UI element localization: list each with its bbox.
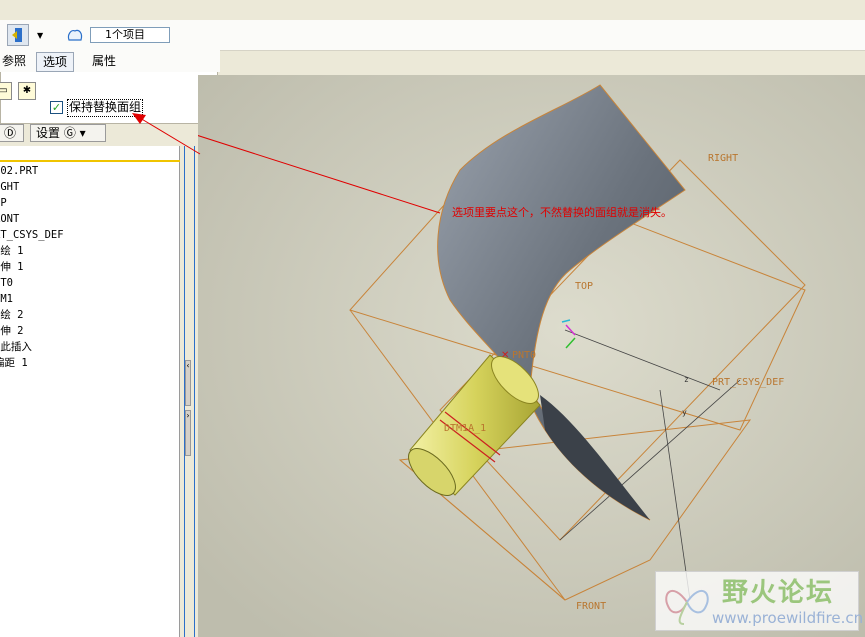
asterisk-icon[interactable]: ✱ — [18, 82, 36, 100]
show-button[interactable]: Ⓓ ▾ — [0, 124, 24, 156]
tree-item[interactable]: E此插入 — [0, 339, 32, 355]
datum-label-top: TOP — [575, 281, 593, 292]
datum-label-axis: DTM1A_1 — [444, 423, 486, 434]
tree-item[interactable]: OP — [0, 195, 7, 211]
svg-text:z: z — [684, 375, 689, 384]
item-count-field[interactable]: 1个项目 — [90, 27, 170, 43]
tree-item[interactable]: RONT — [0, 211, 19, 227]
keep-quilt-checkbox[interactable]: ✓ — [50, 101, 63, 114]
datum-label-point: PNT0 — [512, 350, 536, 361]
tree-item[interactable]: 002.PRT — [0, 163, 38, 179]
datum-label-csys: PRT_CSYS_DEF — [712, 377, 784, 388]
datum-flip-icon[interactable] — [7, 24, 29, 46]
tree-item[interactable]: RT_CSYS_DEF — [0, 227, 64, 243]
dropdown-arrow-icon[interactable]: ▼ — [37, 31, 43, 40]
tree-item[interactable]: I绘 2 — [0, 307, 23, 323]
splitter-line — [194, 146, 195, 637]
svg-text:y: y — [682, 408, 687, 417]
folder-icon[interactable]: ▭ — [0, 82, 12, 100]
annotation-text: 选项里要点这个，不然替换的面组就是消失。 — [452, 205, 672, 219]
point-marker-icon: ✕ — [501, 350, 509, 361]
watermark-title: 野火论坛 — [722, 578, 835, 608]
butterfly-logo-icon — [662, 576, 712, 631]
tree-item[interactable]: IGHT — [0, 179, 19, 195]
tree-item[interactable]: Z伸 2 — [0, 323, 23, 339]
tab-properties[interactable]: 属性 — [88, 52, 120, 70]
tree-item[interactable]: TM1 — [0, 291, 13, 307]
tree-item[interactable]: 偏距 1 — [0, 355, 28, 371]
tree-item[interactable]: I绘 1 — [0, 243, 23, 259]
tree-item[interactable]: NT0 — [0, 275, 13, 291]
collapse-left-handle[interactable]: ‹ — [185, 360, 191, 406]
quilt-icon — [66, 27, 84, 46]
datum-label-right: RIGHT — [708, 153, 738, 164]
annotation-arrow-head — [132, 113, 201, 155]
title-strip — [0, 0, 865, 21]
watermark-url: www.proewildfire.cn — [712, 609, 864, 627]
tab-references[interactable]: 参照 — [0, 52, 30, 70]
tree-item[interactable]: Z伸 1 — [0, 259, 23, 275]
model-tree: 002.PRT IGHT OP RONT RT_CSYS_DEF I绘 1 Z伸… — [0, 146, 180, 637]
settings-button[interactable]: 设置 Ⓖ ▾ — [30, 124, 106, 142]
tab-options[interactable]: 选项 — [36, 52, 75, 72]
expand-right-handle[interactable]: › — [185, 410, 191, 456]
datum-label-front: FRONT — [576, 601, 606, 612]
